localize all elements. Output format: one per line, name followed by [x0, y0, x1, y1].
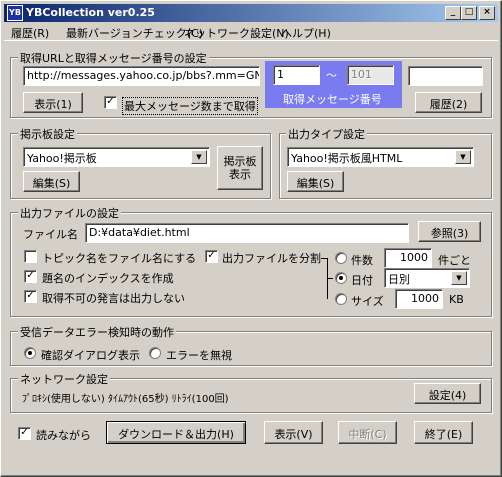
skip-unavailable-label: 取得不可の発言は出力しない	[42, 292, 185, 305]
split-size-input[interactable]: 1000	[395, 289, 443, 309]
extra-input[interactable]	[408, 66, 483, 86]
range-from-input[interactable]: 1	[273, 65, 320, 85]
index-label: 題名のインデックスを作成	[42, 272, 174, 285]
board-show-button[interactable]: 掲示板 表示	[217, 146, 263, 190]
range-caption: 取得メッセージ番号	[283, 93, 382, 106]
split-count-label: 件数	[351, 254, 373, 267]
output-type-group-label: 出力タイプ設定	[286, 126, 367, 142]
menu-bar: 履歴(R) 最新バージョンチェック(C) ネットワーク設定(N) ヘルプ(H)	[4, 23, 498, 41]
board-show-line2: 表示	[229, 168, 251, 181]
confirm-dialog-radio[interactable]	[24, 347, 36, 359]
range-to-input[interactable]: 101	[347, 65, 394, 85]
filename-input[interactable]: D:¥data¥diet.html	[85, 223, 409, 243]
board-edit-button[interactable]: 編集(S)	[23, 171, 80, 192]
split-count-radio[interactable]	[335, 252, 347, 264]
split-bracket-mid	[327, 278, 333, 279]
exit-button[interactable]: 終了(E)	[414, 421, 473, 444]
split-date-label: 日付	[351, 274, 373, 287]
minimize-button[interactable]: _	[445, 6, 461, 20]
menu-version-check[interactable]: 最新バージョンチェック(C)	[66, 25, 203, 41]
split-file-checkbox[interactable]: ✓	[205, 250, 218, 263]
radio-selected-dot	[28, 351, 32, 355]
board-select[interactable]: Yahoo!掲示板 ▼	[23, 147, 210, 167]
menu-help[interactable]: ヘルプ(H)	[281, 25, 331, 41]
split-bracket-top	[321, 258, 327, 259]
chevron-down-icon[interactable]: ▼	[451, 271, 467, 285]
output-file-group-label: 出力ファイルの設定	[18, 205, 121, 221]
download-output-button[interactable]: ダウンロード＆出力(H)	[106, 421, 246, 444]
split-file-label: 出力ファイルを分割	[222, 252, 321, 265]
output-type-edit-button[interactable]: 編集(S)	[287, 171, 344, 192]
maximize-button[interactable]: □	[461, 6, 477, 20]
window-title: YBCollection ver0.25	[26, 6, 155, 19]
url-input[interactable]: http://messages.yahoo.co.jp/bbs?.mm=GN&a…	[23, 66, 260, 86]
confirm-dialog-label: 確認ダイアログ表示	[41, 349, 140, 362]
topic-filename-checkbox[interactable]	[24, 250, 37, 263]
split-size-radio[interactable]	[335, 293, 347, 305]
url-group-label: 取得URLと取得メッセージ番号の設定	[18, 50, 209, 66]
ignore-error-radio[interactable]	[149, 347, 161, 359]
network-summary: ﾌﾟﾛｷｼ(使用しない) ﾀｲﾑｱｳﾄ(65秒) ﾘﾄﾗｲ(100回)	[22, 394, 229, 405]
app-icon: YB	[7, 5, 23, 21]
topic-filename-label: トピック名をファイル名にする	[42, 252, 197, 265]
max-message-label: 最大メッセージ数まで取得	[122, 97, 258, 115]
split-size-unit: KB	[449, 293, 464, 306]
show-url-button[interactable]: 表示(1)	[23, 92, 83, 113]
board-show-line1: 掲示板	[223, 155, 257, 168]
output-type-select[interactable]: Yahoo!掲示板風HTML ▼	[287, 147, 474, 167]
range-tilde: ～	[326, 69, 337, 82]
split-date-radio[interactable]	[335, 272, 347, 284]
chevron-down-icon[interactable]: ▼	[455, 150, 471, 164]
close-button[interactable]: ×	[479, 6, 495, 20]
skip-unavailable-checkbox[interactable]: ✓	[24, 290, 37, 303]
show-button[interactable]: 表示(V)	[264, 421, 323, 444]
title-bar: YB YBCollection ver0.25 _ □ ×	[4, 4, 498, 22]
split-size-label: サイズ	[351, 295, 384, 308]
browse-button[interactable]: 参照(3)	[418, 221, 481, 242]
filename-label: ファイル名	[23, 228, 78, 241]
read-while-label: 読みながら	[36, 429, 91, 442]
read-while-checkbox[interactable]: ✓	[18, 427, 31, 440]
network-settings-button[interactable]: 設定(4)	[414, 383, 481, 404]
max-message-checkbox[interactable]: ✓	[104, 96, 117, 109]
split-date-selected: 日別	[388, 273, 410, 286]
error-group-label: 受信データエラー検知時の動作	[18, 324, 176, 340]
split-date-select[interactable]: 日別 ▼	[384, 268, 470, 288]
split-count-input[interactable]: 1000	[384, 248, 432, 268]
radio-selected-dot	[339, 276, 343, 280]
menu-history[interactable]: 履歴(R)	[11, 25, 49, 41]
output-type-selected: Yahoo!掲示板風HTML	[291, 152, 403, 165]
network-group-label: ネットワーク設定	[18, 371, 110, 387]
split-count-unit: 件ごと	[438, 254, 471, 267]
ignore-error-label: エラーを無視	[166, 349, 232, 362]
board-group-label: 掲示板設定	[18, 126, 77, 142]
board-selected: Yahoo!掲示板	[27, 152, 97, 165]
menu-network[interactable]: ネットワーク設定(N)	[184, 25, 289, 41]
chevron-down-icon[interactable]: ▼	[191, 150, 207, 164]
history-button[interactable]: 履歴(2)	[415, 92, 482, 113]
abort-button[interactable]: 中断(C)	[338, 421, 397, 444]
index-checkbox[interactable]: ✓	[24, 270, 37, 283]
